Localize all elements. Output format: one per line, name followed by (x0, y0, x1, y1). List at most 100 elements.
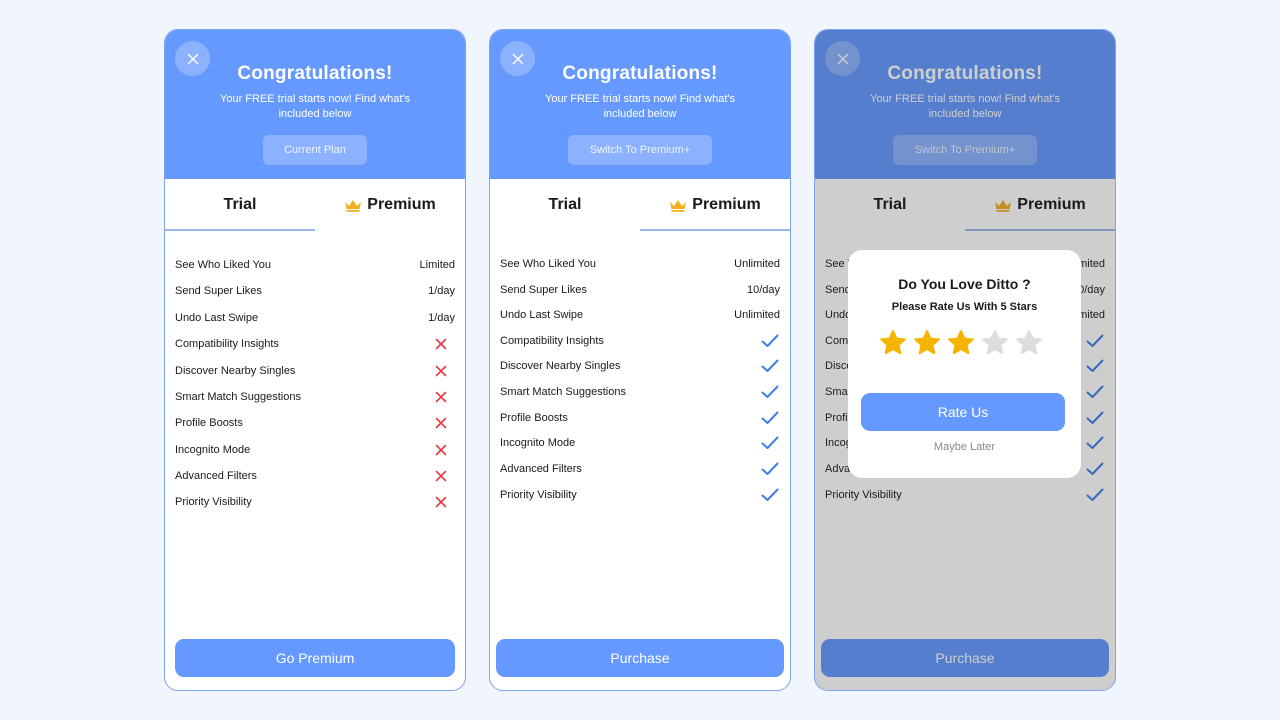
feature-value: Unlimited (734, 258, 780, 270)
check-icon (760, 462, 780, 476)
x-icon (431, 470, 451, 482)
check-icon (1085, 334, 1105, 348)
cta-button[interactable]: Purchase (821, 639, 1109, 677)
feature-name: Priority Visibility (825, 489, 902, 501)
feature-row: Priority Visibility (500, 486, 780, 504)
star-filled-icon[interactable] (913, 329, 941, 357)
feature-row: Compatibility Insights (175, 335, 455, 353)
tab-premium-label: Premium (1017, 196, 1086, 213)
feature-name: See Who Liked You (175, 259, 272, 271)
tab-trial[interactable]: Trial (490, 179, 640, 231)
feature-value: 1/day (428, 312, 455, 324)
active-tab-indicator (165, 229, 315, 231)
plan-card-premium: Congratulations! Your FREE trial starts n… (489, 29, 791, 691)
feature-value: Limited (419, 259, 455, 271)
feature-row: Discover Nearby Singles (500, 357, 780, 375)
feature-row: See Who Liked You Limited (175, 256, 455, 274)
active-tab-indicator (640, 229, 790, 231)
feature-name: Discover Nearby Singles (500, 360, 621, 372)
maybe-later-link[interactable]: Maybe Later (848, 441, 1081, 453)
feature-row: Send Super Likes 1/day (175, 282, 455, 300)
x-icon (431, 338, 451, 350)
tab-premium[interactable]: Premium (315, 179, 465, 231)
check-icon (760, 411, 780, 425)
feature-name: Compatibility Insights (500, 335, 604, 347)
feature-name: Incognito Mode (500, 437, 576, 449)
plan-card-trial: Congratulations! Your FREE trial starts n… (164, 29, 466, 691)
feature-value: Unlimited (734, 309, 780, 321)
star-empty-icon[interactable] (981, 329, 1009, 357)
header-title: Congratulations! (237, 63, 393, 84)
check-icon (1085, 385, 1105, 399)
star-filled-icon[interactable] (879, 329, 907, 357)
feature-name: Advanced Filters (175, 470, 257, 482)
check-icon (760, 385, 780, 399)
feature-value: 10/day (746, 284, 780, 296)
feature-value: 1/day (428, 285, 455, 297)
feature-name: Smart Match Suggestions (500, 386, 626, 398)
feature-name: Priority Visibility (500, 489, 577, 501)
feature-row: Profile Boosts (500, 409, 780, 427)
feature-row: Undo Last Swipe Unlimited (500, 306, 780, 324)
feature-row: Priority Visibility (175, 493, 455, 511)
feature-name: Compatibility Insights (175, 338, 279, 350)
feature-row: Incognito Mode (500, 434, 780, 452)
tab-trial[interactable]: Trial (815, 179, 965, 231)
feature-name: Profile Boosts (500, 412, 568, 424)
plan-status-button[interactable]: Switch To Premium+ (893, 135, 1037, 165)
feature-row: Profile Boosts (175, 414, 455, 432)
tab-premium[interactable]: Premium (965, 179, 1115, 231)
feature-row: Smart Match Suggestions (175, 388, 455, 406)
rating-dialog-title: Do You Love Ditto ? (898, 276, 1031, 292)
feature-name: Undo Last Swipe (175, 312, 259, 324)
check-icon (760, 334, 780, 348)
feature-name: Smart Match Suggestions (175, 391, 301, 403)
check-icon (1085, 462, 1105, 476)
x-icon (431, 365, 451, 377)
feature-row: Smart Match Suggestions (500, 383, 780, 401)
feature-row: Priority Visibility (825, 486, 1105, 504)
card-header: Congratulations! Your FREE trial starts n… (815, 30, 1115, 179)
tab-premium[interactable]: Premium (640, 179, 790, 231)
rating-dialog-subtitle: Please Rate Us With 5 Stars (891, 301, 1038, 313)
feature-name: Profile Boosts (175, 417, 243, 429)
feature-name: Priority Visibility (175, 496, 252, 508)
plan-tabs: Trial Premium (165, 179, 465, 231)
feature-row: Send Super Likes 10/day (500, 281, 780, 299)
tab-premium-label: Premium (367, 196, 436, 213)
feature-name: Undo Last Swipe (500, 309, 584, 321)
x-icon (431, 444, 451, 456)
crown-icon (994, 199, 1017, 212)
card-header: Congratulations! Your FREE trial starts n… (165, 30, 465, 179)
crown-icon (669, 199, 692, 212)
cta-button[interactable]: Go Premium (175, 639, 455, 677)
check-icon (760, 488, 780, 502)
feature-name: Advanced Filters (500, 463, 582, 475)
tab-premium-label: Premium (692, 196, 761, 213)
star-filled-icon[interactable] (947, 329, 975, 357)
header-title: Congratulations! (887, 63, 1043, 84)
check-icon (760, 359, 780, 373)
crown-icon (344, 199, 367, 212)
cta-button[interactable]: Purchase (496, 639, 784, 677)
feature-row: Advanced Filters (175, 467, 455, 485)
plan-status-button[interactable]: Switch To Premium+ (568, 135, 712, 165)
card-header: Congratulations! Your FREE trial starts n… (490, 30, 790, 179)
feature-row: Advanced Filters (500, 460, 780, 478)
check-icon (760, 436, 780, 450)
star-empty-icon[interactable] (1015, 329, 1043, 357)
plan-status-button[interactable]: Current Plan (263, 135, 367, 165)
feature-row: See Who Liked You Unlimited (500, 255, 780, 273)
header-subtitle: Your FREE trial starts now! Find what's … (870, 93, 1060, 120)
x-icon (431, 417, 451, 429)
star-rating[interactable] (879, 329, 1043, 357)
rate-us-button[interactable]: Rate Us (861, 393, 1065, 431)
plan-tabs: Trial Premium (490, 179, 790, 231)
tab-trial[interactable]: Trial (165, 179, 315, 231)
feature-row: Compatibility Insights (500, 332, 780, 350)
feature-row: Incognito Mode (175, 441, 455, 459)
feature-name: Incognito Mode (175, 444, 251, 456)
feature-name: See Who Liked You (500, 258, 597, 270)
check-icon (1085, 436, 1105, 450)
feature-name: Send Super Likes (500, 284, 587, 296)
